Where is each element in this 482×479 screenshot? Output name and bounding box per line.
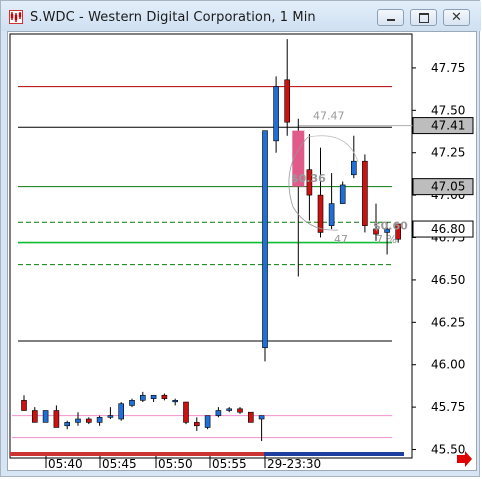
candle-body[interactable] xyxy=(42,410,49,423)
candle-body[interactable] xyxy=(150,394,157,399)
x-tick-label: 05:50 xyxy=(158,457,193,470)
x-tick-label: 05:40 xyxy=(48,457,83,470)
price-tag-label: 46.80 xyxy=(431,222,465,236)
price-tag-label: 47.41 xyxy=(431,119,465,133)
candlestick-chart[interactable]: 47.47 $0.36 $0.60 47 7 % 47.75 47.50 47.25 47.0… xyxy=(8,32,476,471)
candle-body[interactable] xyxy=(161,394,168,399)
chart-annotation: 47.47 xyxy=(313,109,345,122)
candle-body[interactable] xyxy=(226,408,232,411)
chart-window: S.WDC - Western Digital Corporation, 1 M… xyxy=(0,0,481,477)
candle-body[interactable] xyxy=(258,415,265,420)
restore-button[interactable] xyxy=(410,9,437,26)
restore-icon xyxy=(419,13,429,23)
chart-annotation: $0.36 xyxy=(291,172,326,185)
minimize-button[interactable] xyxy=(377,9,404,26)
candle-body[interactable] xyxy=(86,418,92,423)
y-tick-label: 46.50 xyxy=(431,273,465,287)
session-bar-post xyxy=(264,452,404,456)
x-tick-label: 05:45 xyxy=(102,457,137,470)
x-tick-label: 29-23:30 xyxy=(267,457,321,470)
candle-body[interactable] xyxy=(75,418,81,423)
candle-body[interactable] xyxy=(183,401,189,423)
candle-body[interactable] xyxy=(339,184,346,204)
candle-body[interactable] xyxy=(21,400,27,411)
candle-body[interactable] xyxy=(140,394,146,401)
candle-body[interactable] xyxy=(194,422,200,427)
candle-body[interactable] xyxy=(328,203,335,226)
candle-body[interactable] xyxy=(107,415,114,418)
candle-body[interactable] xyxy=(273,86,279,142)
y-tick-label: 45.50 xyxy=(431,443,465,457)
candle-body[interactable] xyxy=(362,160,368,226)
candle-body[interactable] xyxy=(262,130,268,349)
candle-body[interactable] xyxy=(350,160,357,176)
candle-body[interactable] xyxy=(284,79,291,123)
x-tick-label: 05:55 xyxy=(212,457,247,470)
candle-body[interactable] xyxy=(64,422,71,427)
chart-annotation: 47 xyxy=(334,233,348,246)
close-icon: ✕ xyxy=(451,10,462,25)
candle-body[interactable] xyxy=(53,410,60,428)
candle-body[interactable] xyxy=(215,410,222,416)
candle-body[interactable] xyxy=(237,408,243,413)
close-button[interactable]: ✕ xyxy=(443,9,470,26)
candle-body[interactable] xyxy=(96,416,103,423)
chart-area[interactable]: 47.47 $0.36 $0.60 47 7 % 47.75 47.50 47.25 47.0… xyxy=(7,31,477,471)
candle-body[interactable] xyxy=(248,411,254,423)
window-title: S.WDC - Western Digital Corporation, 1 M… xyxy=(30,10,316,25)
chart-app-icon xyxy=(9,10,23,24)
price-tag-label: 47.05 xyxy=(431,180,465,194)
y-tick-label: 47.75 xyxy=(431,61,465,75)
y-tick-label: 46.00 xyxy=(431,358,465,372)
title-bar[interactable]: S.WDC - Western Digital Corporation, 1 M… xyxy=(1,1,481,31)
plot-area[interactable] xyxy=(9,33,413,459)
candle-body[interactable] xyxy=(317,194,324,233)
chart-annotation: 7 % xyxy=(376,233,397,246)
candle-body[interactable] xyxy=(129,400,135,406)
session-bar-pre xyxy=(10,452,264,456)
candle-body[interactable] xyxy=(204,415,211,428)
minimize-icon xyxy=(387,19,395,21)
y-tick-label: 47.50 xyxy=(431,103,465,117)
candle-body[interactable] xyxy=(118,403,124,420)
candle-body[interactable] xyxy=(172,400,178,403)
chart-annotation: $0.60 xyxy=(373,220,408,233)
candle-body[interactable] xyxy=(31,410,38,423)
y-tick-label: 47.25 xyxy=(431,146,465,160)
y-tick-label: 45.75 xyxy=(431,400,465,414)
y-tick-label: 46.25 xyxy=(431,315,465,329)
